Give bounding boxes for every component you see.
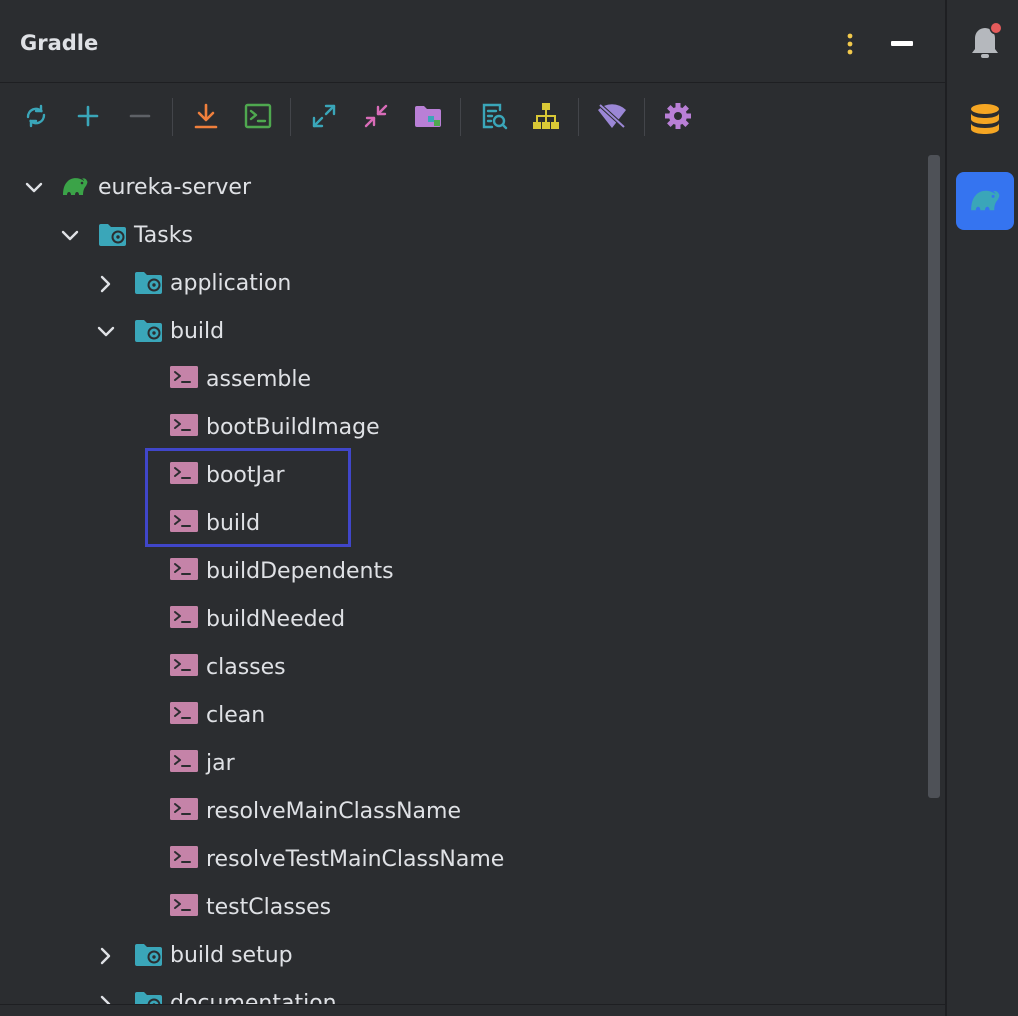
database-icon[interactable] <box>956 92 1014 150</box>
tree-node-task[interactable]: resolveMainClassName <box>0 788 920 836</box>
task-label: buildDependents <box>206 559 394 584</box>
chevron-down-icon[interactable] <box>22 176 46 200</box>
task-terminal-icon <box>170 846 200 874</box>
folder-gear-icon <box>134 990 164 1004</box>
chevron-right-icon[interactable] <box>94 272 118 296</box>
tree-node-task[interactable]: assemble <box>0 356 920 404</box>
notifications-icon[interactable] <box>956 12 1014 70</box>
task-label: assemble <box>206 367 311 392</box>
task-label: bootJar <box>206 463 285 488</box>
gradle-tool-window: Gradle eureka-server Tasks application b… <box>0 0 945 1016</box>
build-settings-icon[interactable] <box>658 96 698 136</box>
task-terminal-icon <box>170 558 200 586</box>
tool-window-header: Gradle <box>0 0 945 83</box>
tree-node-task[interactable]: build <box>0 500 920 548</box>
group-label: build setup <box>170 943 293 968</box>
folder-gear-icon <box>134 270 164 298</box>
task-terminal-icon <box>170 894 200 922</box>
chevron-right-icon[interactable] <box>94 992 118 1004</box>
tool-window-title: Gradle <box>20 31 99 55</box>
gradle-toolbar <box>0 92 945 144</box>
toolbar-separator <box>460 98 461 136</box>
bottom-divider <box>0 1004 945 1005</box>
folder-gear-icon <box>134 318 164 346</box>
right-tool-strip <box>945 0 1018 1016</box>
project-label: eureka-server <box>98 175 251 200</box>
tree-node-task[interactable]: bootBuildImage <box>0 404 920 452</box>
expand-all-icon[interactable] <box>304 96 344 136</box>
gradle-elephant-icon <box>60 174 90 202</box>
collapse-all-icon[interactable] <box>356 96 396 136</box>
tree-node-tasks[interactable]: Tasks <box>0 212 920 260</box>
folder-gear-icon <box>134 942 164 970</box>
chevron-right-icon[interactable] <box>94 944 118 968</box>
tasks-label: Tasks <box>134 223 193 248</box>
tree-node-task[interactable]: buildNeeded <box>0 596 920 644</box>
scrollbar-thumb[interactable] <box>928 155 940 798</box>
gradle-project-tree: eureka-server Tasks application build as… <box>0 164 920 1004</box>
task-label: bootBuildImage <box>206 415 380 440</box>
task-label: buildNeeded <box>206 607 346 632</box>
task-terminal-icon <box>170 510 200 538</box>
dependencies-diagram-icon[interactable] <box>526 96 566 136</box>
task-label: classes <box>206 655 286 680</box>
chevron-down-icon[interactable] <box>58 224 82 248</box>
tree-node-task[interactable]: jar <box>0 740 920 788</box>
reload-icon[interactable] <box>16 96 56 136</box>
remove-icon[interactable] <box>120 96 160 136</box>
tree-node-task[interactable]: bootJar <box>0 452 920 500</box>
group-label: application <box>170 271 292 296</box>
task-terminal-icon <box>170 798 200 826</box>
tree-node-task[interactable]: classes <box>0 644 920 692</box>
toolbar-separator <box>644 98 645 136</box>
offline-mode-icon[interactable] <box>592 96 632 136</box>
analyze-dependencies-icon[interactable] <box>474 96 514 136</box>
tree-node-group[interactable]: application <box>0 260 920 308</box>
tree-node-task[interactable]: buildDependents <box>0 548 920 596</box>
task-label: build <box>206 511 261 536</box>
download-sources-icon[interactable] <box>186 96 226 136</box>
folder-gear-icon <box>98 222 128 250</box>
tree-node-task[interactable]: resolveTestMainClassName <box>0 836 920 884</box>
gradle-icon[interactable] <box>956 172 1014 230</box>
task-label: resolveMainClassName <box>206 799 461 824</box>
task-terminal-icon <box>170 414 200 442</box>
vertical-scrollbar[interactable] <box>926 155 942 800</box>
options-icon[interactable] <box>832 26 868 62</box>
task-label: testClasses <box>206 895 332 920</box>
group-modules-icon[interactable] <box>408 96 448 136</box>
execute-task-icon[interactable] <box>238 96 278 136</box>
add-icon[interactable] <box>68 96 108 136</box>
task-label: clean <box>206 703 266 728</box>
task-label: jar <box>206 751 235 776</box>
task-terminal-icon <box>170 702 200 730</box>
toolbar-separator <box>578 98 579 136</box>
tree-node-task[interactable]: clean <box>0 692 920 740</box>
task-terminal-icon <box>170 750 200 778</box>
tree-node-group[interactable]: build <box>0 308 920 356</box>
task-terminal-icon <box>170 462 200 490</box>
tree-node-task[interactable]: testClasses <box>0 884 920 932</box>
toolbar-separator <box>172 98 173 136</box>
hide-icon[interactable] <box>884 26 920 62</box>
group-label: documentation <box>170 991 337 1004</box>
tree-node-group[interactable]: documentation <box>0 980 920 1004</box>
group-label: build <box>170 319 225 344</box>
tree-node-group[interactable]: build setup <box>0 932 920 980</box>
toolbar-separator <box>290 98 291 136</box>
task-label: resolveTestMainClassName <box>206 847 505 872</box>
task-terminal-icon <box>170 654 200 682</box>
chevron-down-icon[interactable] <box>94 320 118 344</box>
tree-node-project[interactable]: eureka-server <box>0 164 920 212</box>
task-terminal-icon <box>170 366 200 394</box>
task-terminal-icon <box>170 606 200 634</box>
